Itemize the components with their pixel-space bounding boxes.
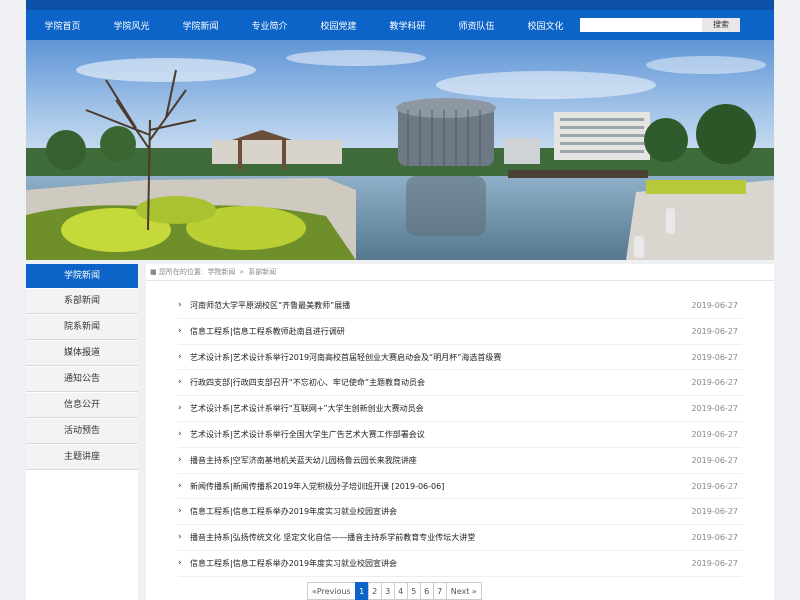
- news-list: › 河南师范大学平原湖校区“齐鲁最美教师”展播 2019-06-27 › 信息工程系|…: [146, 293, 774, 577]
- breadcrumb-link[interactable]: 学院新闻: [207, 268, 235, 276]
- list-item: › 信息工程系|信息工程系举办2019年度实习就业校园宣讲会 2019-06-27: [178, 499, 742, 526]
- pager-page-1[interactable]: 1: [354, 582, 369, 600]
- chevron-right-icon: ›: [178, 351, 182, 362]
- nav-item-research[interactable]: 教学科研: [373, 19, 442, 32]
- nav-item-scenery[interactable]: 学院风光: [97, 19, 166, 32]
- news-panel: ■ 您所在的位置: 学院新闻 » 系部新闻 › 河南师范大学平原湖校区“齐鲁最美教…: [146, 264, 774, 600]
- news-title[interactable]: 播音主持系|空军济南基地机关蓝天幼儿园杨鲁云园长来我院讲座: [190, 448, 417, 474]
- sidebar-item-faculty-news[interactable]: 院系新闻: [26, 315, 138, 340]
- nav-item-party[interactable]: 校园党建: [304, 19, 373, 32]
- news-title[interactable]: 新闻传播系|新闻传播系2019年入党积极分子培训班开课 [2019-06-06]: [190, 474, 444, 500]
- news-date: 2019-06-27: [691, 326, 739, 336]
- news-date: 2019-06-27: [691, 378, 739, 388]
- news-title[interactable]: 艺术设计系|艺术设计系举行2019河南高校首届轻创业大赛启动会及“明月杯”海选首…: [190, 345, 501, 371]
- sidebar-item-events[interactable]: 活动预告: [26, 419, 138, 444]
- chevron-right-icon: ›: [178, 300, 182, 310]
- list-item: › 新闻传播系|新闻传播系2019年入党积极分子培训班开课 [2019-06-06…: [178, 474, 742, 500]
- nav-item-home[interactable]: 学院首页: [28, 19, 97, 32]
- campus-photo: [26, 40, 774, 260]
- list-item: › 信息工程系|信息工程系举办2019年度实习就业校园宣讲会 2019-06-27: [178, 551, 742, 577]
- news-date: 2019-06-27: [691, 429, 739, 439]
- chevron-right-icon: ›: [178, 377, 182, 388]
- sidebar-item-lectures[interactable]: 主题讲座: [26, 445, 138, 470]
- campus-banner-image: [26, 40, 774, 260]
- news-date: 2019-06-27: [691, 533, 739, 543]
- sidebar: 学院新闻 系部新闻 院系新闻 媒体报道 通知公告 信息公开 活动预告 主题讲座: [26, 264, 138, 600]
- news-title[interactable]: 河南师范大学平原湖校区“齐鲁最美教师”展播: [190, 293, 350, 319]
- nav-item-majors[interactable]: 专业简介: [235, 19, 304, 32]
- news-title[interactable]: 播音主持系|弘扬传统文化 坚定文化自信——播音主持系学前教育专业传坛大讲堂: [190, 525, 475, 551]
- news-date: 2019-06-27: [691, 481, 739, 491]
- list-item: › 播音主持系|空军济南基地机关蓝天幼儿园杨鲁云园长来我院讲座 2019-06-27: [178, 448, 742, 474]
- nav-item-culture[interactable]: 校园文化: [511, 19, 580, 32]
- chevron-right-icon: ›: [178, 428, 182, 439]
- search-input[interactable]: [580, 18, 702, 32]
- search-button[interactable]: 搜索: [702, 18, 740, 32]
- news-title[interactable]: 信息工程系|信息工程系举办2019年度实习就业校园宣讲会: [190, 499, 397, 525]
- breadcrumb-prefix: ■ 您所在的位置:: [150, 268, 204, 276]
- pager-prev-button[interactable]: «Previous: [307, 582, 356, 600]
- news-date: 2019-06-27: [691, 455, 739, 465]
- chevron-right-icon: ›: [178, 403, 182, 414]
- sidebar-item-dept-news[interactable]: 系部新闻: [26, 289, 138, 314]
- top-strip: [26, 0, 774, 10]
- search-bar: 搜索: [580, 18, 740, 32]
- pager-page-5[interactable]: 5: [406, 582, 421, 600]
- list-item: › 播音主持系|弘扬传统文化 坚定文化自信——播音主持系学前教育专业传坛大讲堂 20…: [178, 525, 742, 551]
- chevron-right-icon: ›: [178, 506, 182, 517]
- pager-page-3[interactable]: 3: [380, 582, 395, 600]
- chevron-right-icon: ›: [178, 557, 182, 568]
- breadcrumb: ■ 您所在的位置: 学院新闻 » 系部新闻: [146, 264, 774, 281]
- nav-item-news[interactable]: 学院新闻: [166, 19, 235, 32]
- list-item: › 河南师范大学平原湖校区“齐鲁最美教师”展播 2019-06-27: [178, 293, 742, 319]
- list-item: › 信息工程系|信息工程系教师赴南县进行调研 2019-06-27: [178, 319, 742, 345]
- news-date: 2019-06-27: [691, 507, 739, 517]
- list-item: › 艺术设计系|艺术设计系举行2019河南高校首届轻创业大赛启动会及“明月杯”海选…: [178, 345, 742, 371]
- pager-page-4[interactable]: 4: [393, 582, 408, 600]
- list-item: › 艺术设计系|艺术设计系举行“互联网+”大学生创新创业大赛动员会 2019-06-…: [178, 396, 742, 422]
- pager-page-6[interactable]: 6: [419, 582, 434, 600]
- chevron-right-icon: ›: [178, 325, 182, 336]
- news-title[interactable]: 艺术设计系|艺术设计系举行“互联网+”大学生创新创业大赛动员会: [190, 396, 424, 422]
- news-title[interactable]: 行政四支部|行政四支部召开“不忘初心、牢记使命”主题教育动员会: [190, 370, 425, 396]
- pager-next-button[interactable]: Next »: [445, 582, 482, 600]
- chevron-right-icon: ›: [178, 480, 182, 491]
- nav-item-faculty[interactable]: 师资队伍: [442, 19, 511, 32]
- pager-page-2[interactable]: 2: [367, 582, 382, 600]
- pagination: «Previous 1 2 3 4 5 6 7 Next »: [307, 582, 482, 600]
- news-date: 2019-06-27: [691, 404, 739, 414]
- list-item: › 艺术设计系|艺术设计系举行全国大学生广告艺术大赛工作部署会议 2019-06-2…: [178, 422, 742, 448]
- news-date: 2019-06-27: [691, 301, 739, 310]
- news-date: 2019-06-27: [691, 558, 739, 568]
- news-title[interactable]: 信息工程系|信息工程系举办2019年度实习就业校园宣讲会: [190, 551, 397, 577]
- chevron-right-icon: ›: [178, 532, 182, 543]
- news-date: 2019-06-27: [691, 352, 739, 362]
- sidebar-heading[interactable]: 学院新闻: [26, 264, 138, 288]
- breadcrumb-current: 系部新闻: [248, 268, 277, 276]
- breadcrumb-separator: »: [239, 268, 244, 276]
- pager-page-7[interactable]: 7: [432, 582, 447, 600]
- chevron-right-icon: ›: [178, 454, 182, 465]
- main-nav: 学院首页 学院风光 学院新闻 专业简介 校园党建 教学科研 师资队伍 校园文化 …: [26, 10, 774, 40]
- sidebar-item-disclosure[interactable]: 信息公开: [26, 393, 138, 418]
- news-title[interactable]: 艺术设计系|艺术设计系举行全国大学生广告艺术大赛工作部署会议: [190, 422, 425, 448]
- news-title[interactable]: 信息工程系|信息工程系教师赴南县进行调研: [190, 319, 345, 345]
- list-item: › 行政四支部|行政四支部召开“不忘初心、牢记使命”主题教育动员会 2019-06-…: [178, 370, 742, 397]
- sidebar-item-notices[interactable]: 通知公告: [26, 367, 138, 392]
- sidebar-item-media[interactable]: 媒体报道: [26, 341, 138, 366]
